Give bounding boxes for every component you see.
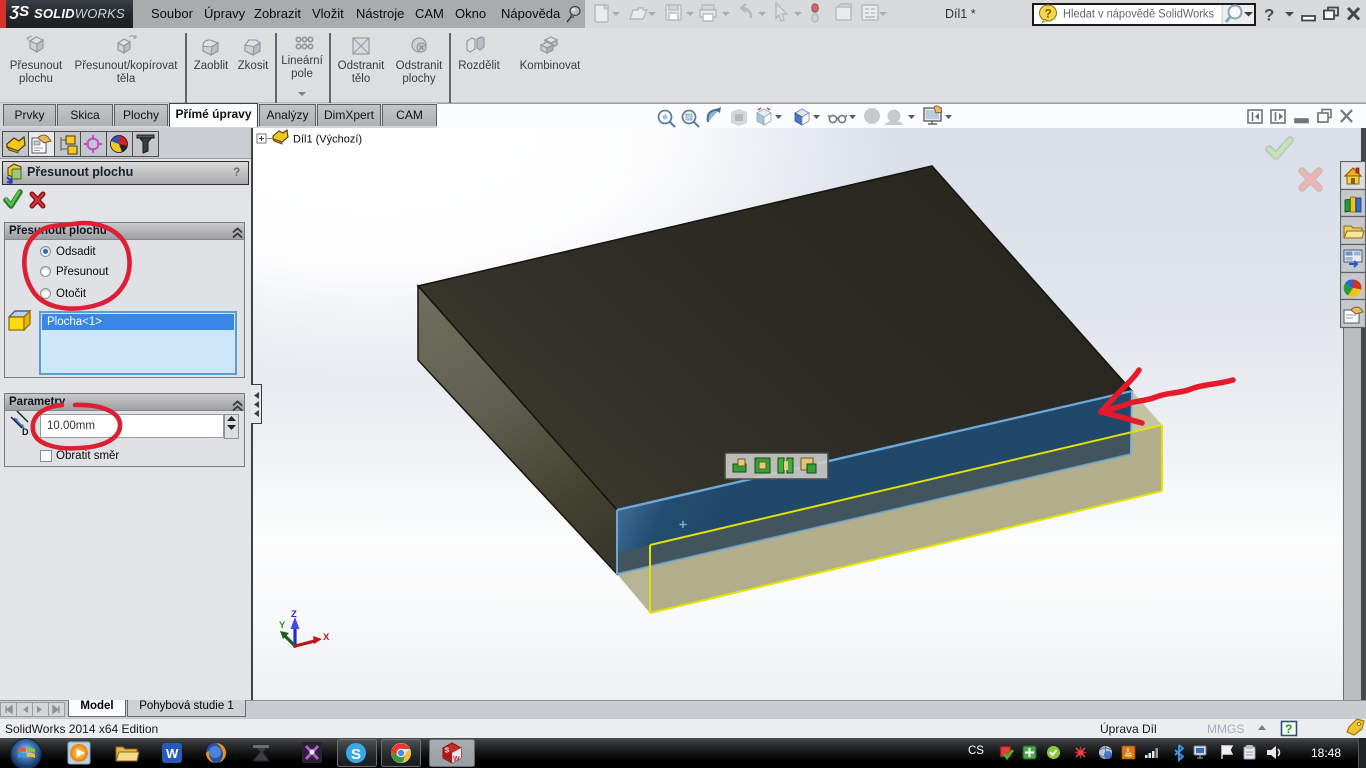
svg-text:W: W [453,756,460,763]
svg-text:?: ? [1045,7,1052,21]
svg-text:Díl1 (Výchozí): Díl1 (Výchozí) [293,134,362,146]
svg-text:D: D [22,427,29,437]
svg-text:S: S [351,746,361,763]
svg-text:?: ? [1285,722,1292,736]
svg-text:?: ? [1264,6,1274,25]
svg-text:X: X [323,632,330,643]
svg-text:S: S [445,748,450,755]
svg-text:Z: Z [291,609,297,620]
svg-text:Hledat v nápovědě SolidWorks: Hledat v nápovědě SolidWorks [1063,9,1214,21]
svg-text:W: W [166,746,179,761]
svg-text:Y: Y [279,620,286,631]
